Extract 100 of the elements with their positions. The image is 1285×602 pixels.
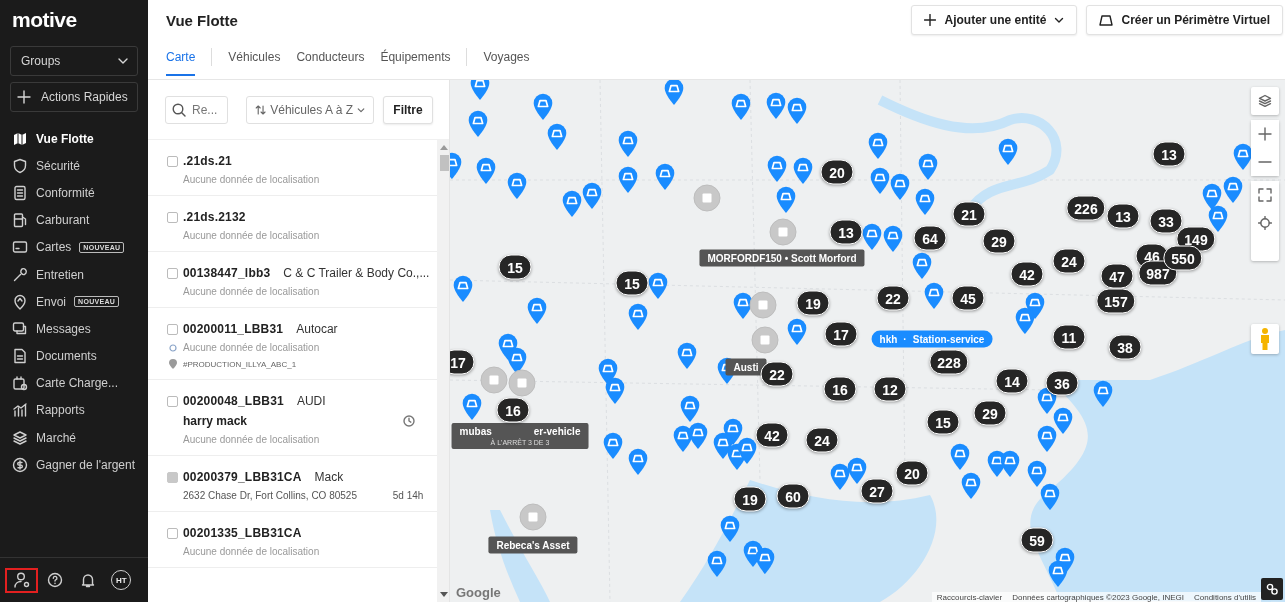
stopped-vehicle-marker-icon[interactable] (751, 326, 779, 354)
user-settings-icon[interactable] (12, 571, 31, 589)
document-icon (12, 348, 28, 365)
document-icon (12, 184, 28, 201)
tab[interactable]: Voyages (483, 46, 530, 76)
checkbox[interactable] (167, 527, 178, 539)
vehicle-detail: AUDI (296, 394, 326, 408)
checkbox[interactable] (167, 395, 178, 407)
location-pin-icon (168, 359, 177, 369)
map-icon (12, 130, 28, 147)
map-layers-button[interactable] (1251, 87, 1279, 115)
vehicle-label[interactable]: Austi (725, 358, 767, 376)
zoom-in-button[interactable] (1251, 120, 1279, 148)
notification-bell-icon[interactable] (80, 572, 97, 588)
nav-item[interactable]: Conformité (0, 179, 148, 207)
vehicle-name: .21ds.21 (183, 154, 232, 168)
location-status: Aucune donnée de localisation (183, 286, 320, 297)
nav-item[interactable]: Carte Charge... (0, 369, 148, 397)
vehicle-detail: Mack (314, 470, 344, 484)
stopped-vehicle-marker-icon[interactable] (480, 366, 508, 394)
map-provider-logo[interactable]: Google (456, 585, 501, 600)
plus-icon (1258, 127, 1272, 141)
crosshair-icon (1258, 216, 1272, 230)
stopped-vehicle-marker-icon[interactable] (769, 218, 797, 246)
location-status: Aucune donnée de localisation (183, 174, 320, 185)
nav-item[interactable]: Documents (0, 342, 148, 370)
sort-dropdown[interactable]: Véhicules A à Z (246, 95, 374, 124)
tab[interactable]: Véhicules (228, 46, 281, 76)
clock-icon (403, 415, 416, 427)
nav-item[interactable]: Sécurité (0, 152, 148, 180)
search-icon (172, 102, 186, 117)
vehicle-name: 00200048_LBB31 (183, 394, 284, 408)
geofence-icon (1099, 14, 1114, 26)
motive-logo[interactable]: motive (12, 8, 77, 36)
nav-item[interactable]: Carburant (0, 206, 148, 234)
scroll-up-arrow-icon (440, 144, 449, 150)
circle-icon (168, 343, 177, 352)
location-status: Aucune donnée de localisation (183, 230, 320, 241)
location-status: Aucune donnée de localisation (183, 546, 320, 557)
create-geofence-button[interactable]: Créer un Périmètre Virtuel (1086, 5, 1283, 35)
nav-item[interactable]: Entretien (0, 260, 148, 289)
groups-dropdown[interactable]: Groups (10, 46, 138, 76)
shield-icon (12, 157, 28, 174)
checkbox[interactable] (167, 323, 178, 335)
add-entity-button[interactable]: Ajouter une entité (911, 5, 1078, 35)
vehicle-detail: C & C Trailer & Body Co.,... (283, 266, 430, 280)
location-status: Aucune donnée de localisation (183, 434, 320, 445)
scroll-thumb[interactable] (439, 155, 449, 171)
map-link[interactable]: Raccourcis-clavier (931, 592, 1008, 602)
nav-item[interactable]: Gagner de l'argent (0, 451, 148, 479)
tab[interactable]: Conducteurs (296, 46, 365, 76)
nav-item[interactable]: Rapports (0, 396, 148, 425)
vehicle-pin-icon[interactable] (1207, 204, 1229, 233)
map-link[interactable]: Conditions d'utilis (1189, 592, 1261, 602)
checkbox[interactable] (167, 267, 178, 279)
nav-item[interactable]: Vue Flotte (0, 125, 148, 153)
help-icon[interactable] (47, 572, 63, 588)
driver-name: harry mack (183, 414, 248, 428)
stopped-vehicle-marker-icon[interactable] (749, 291, 777, 319)
stopped-vehicle-marker-icon[interactable] (519, 503, 547, 531)
checkbox[interactable] (167, 211, 178, 223)
quick-actions-button[interactable]: Actions Rapides (10, 82, 138, 112)
fullscreen-icon (1258, 188, 1272, 202)
chevron-down-icon (1054, 15, 1065, 25)
vehicle-name: 00201335_LBB31CA (183, 526, 302, 540)
stopped-vehicle-marker-icon[interactable] (508, 369, 536, 397)
address-text: 2632 Chase Dr, Fort Collins, CO 80525 (183, 490, 357, 501)
filter-button[interactable]: Filtre (383, 95, 433, 124)
vehicle-cluster[interactable]: 17 (450, 349, 475, 375)
bar-chart-icon (12, 402, 28, 419)
vehicle-label[interactable]: MORFORDF150 • Scott Morford (699, 249, 865, 267)
location-status: Aucune donnée de localisation (183, 342, 320, 353)
plus-icon (924, 14, 937, 26)
vehicle-name: .21ds.2132 (183, 210, 246, 224)
checkbox[interactable] (167, 155, 178, 167)
scrollbar[interactable] (437, 140, 449, 602)
search-field[interactable]: Re... (165, 95, 228, 124)
nav-item[interactable]: Messages (0, 315, 148, 343)
chat-icon (12, 320, 28, 337)
sort-arrows-icon (255, 103, 267, 116)
charger-icon (12, 375, 28, 392)
location-pin-icon (12, 293, 28, 310)
vehicle-name: 00138447_lbb3 (183, 266, 271, 280)
tab[interactable]: Équipements (380, 46, 451, 76)
dollar-icon (12, 456, 28, 473)
nav-item[interactable]: Marché (0, 424, 148, 452)
wrench-icon (12, 266, 28, 283)
vehicle-detail: Autocar (296, 322, 338, 336)
keyboard-shortcuts-button[interactable] (1261, 578, 1283, 600)
street-view-button[interactable] (1251, 324, 1279, 354)
page-title: Vue Flotte (166, 12, 238, 29)
layers-icon (12, 429, 28, 446)
scroll-down-arrow-icon (440, 592, 449, 598)
vehicle-name: 00200379_LBB31CA (183, 470, 302, 484)
vehicle-label[interactable]: Rebeca's Asset (488, 536, 578, 554)
stopped-vehicle-marker-icon[interactable] (693, 184, 721, 212)
fullscreen-button[interactable] (1251, 181, 1279, 209)
tab[interactable]: Carte (166, 46, 196, 76)
zoom-out-button[interactable] (1251, 148, 1279, 176)
elapsed-time: 5d 14h (392, 490, 424, 501)
